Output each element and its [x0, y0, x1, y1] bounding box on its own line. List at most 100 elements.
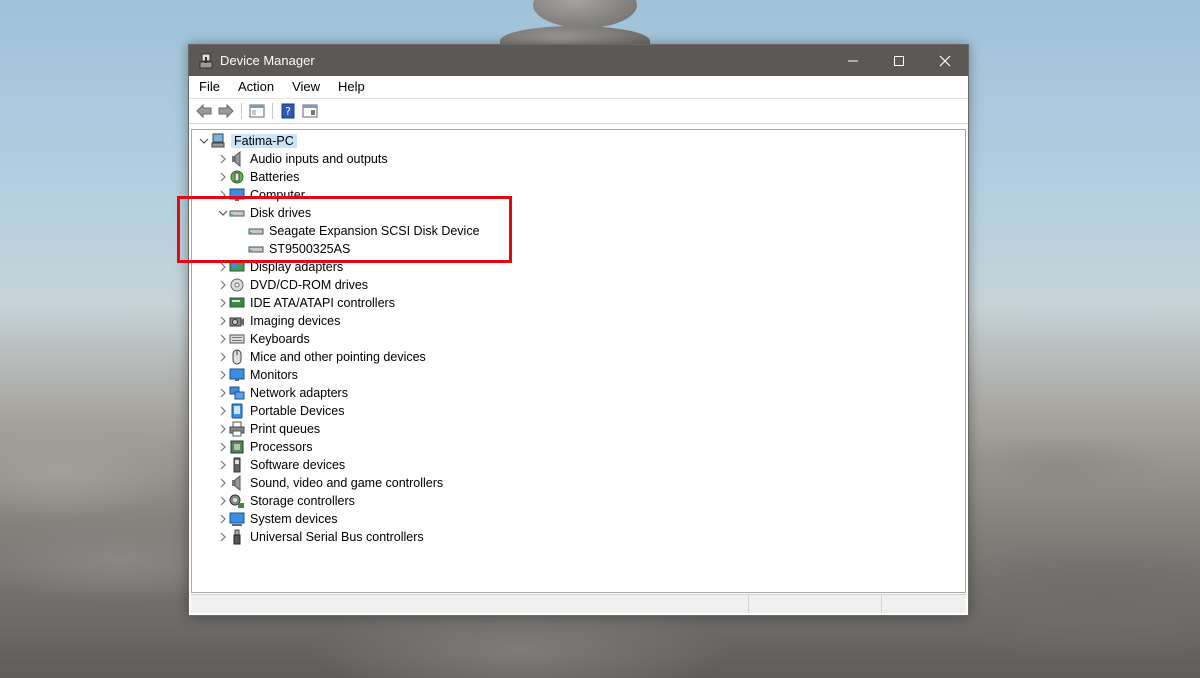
tree-item-label: IDE ATA/ATAPI controllers — [250, 296, 395, 310]
tree-item-label: Keyboards — [250, 332, 310, 346]
forward-arrow-icon — [218, 104, 234, 118]
tree-root-item[interactable]: Fatima-PC — [198, 132, 297, 150]
minimize-button[interactable] — [830, 45, 876, 76]
tree-category-item[interactable]: Portable Devices — [217, 402, 345, 420]
close-button[interactable] — [922, 45, 968, 76]
chevron-right-icon[interactable] — [217, 456, 229, 474]
forward-button[interactable] — [215, 101, 237, 121]
toolbar-separator — [241, 103, 242, 119]
chevron-right-icon[interactable] — [217, 150, 229, 168]
chevron-right-icon[interactable] — [217, 384, 229, 402]
minimize-icon — [848, 60, 858, 61]
back-button[interactable] — [193, 101, 215, 121]
chevron-right-icon[interactable] — [217, 366, 229, 384]
chevron-right-icon[interactable] — [217, 330, 229, 348]
tree-category-item[interactable]: Keyboards — [217, 330, 310, 348]
tree-category-item[interactable]: System devices — [217, 510, 338, 528]
system-device-icon — [229, 511, 245, 527]
tree-category-item[interactable]: Sound, video and game controllers — [217, 474, 443, 492]
tree-item-label: System devices — [250, 512, 338, 526]
annotation-highlight-box — [177, 196, 512, 263]
tree-item-label: Print queues — [250, 422, 321, 436]
menu-view[interactable]: View — [282, 76, 328, 98]
tree-category-item[interactable]: Universal Serial Bus controllers — [217, 528, 424, 546]
status-cell — [882, 595, 966, 613]
menu-file[interactable]: File — [189, 76, 228, 98]
computer-icon — [210, 133, 226, 149]
chevron-right-icon[interactable] — [217, 510, 229, 528]
tree-category-item[interactable]: Batteries — [217, 168, 299, 186]
chevron-right-icon[interactable] — [217, 276, 229, 294]
chevron-right-icon[interactable] — [217, 420, 229, 438]
window-title: Device Manager — [220, 53, 315, 68]
device-manager-window: Device Manager File Action View Help ? F… — [188, 44, 969, 616]
chevron-right-icon[interactable] — [217, 438, 229, 456]
show-hide-console-tree-button[interactable] — [246, 101, 268, 121]
tree-item-label: Universal Serial Bus controllers — [250, 530, 424, 544]
tree-category-item[interactable]: IDE ATA/ATAPI controllers — [217, 294, 395, 312]
menu-bar: File Action View Help — [189, 76, 968, 98]
portable-device-icon — [229, 403, 245, 419]
chevron-right-icon[interactable] — [217, 294, 229, 312]
tree-item-label: Storage controllers — [250, 494, 355, 508]
speaker-icon — [229, 151, 245, 167]
tree-item-label: Portable Devices — [250, 404, 345, 418]
storage-controller-icon — [229, 493, 245, 509]
tree-item-label: Imaging devices — [250, 314, 341, 328]
tree-category-item[interactable]: Storage controllers — [217, 492, 355, 510]
tree-item-label: Monitors — [250, 368, 298, 382]
toolbar-separator — [272, 103, 273, 119]
maximize-button[interactable] — [876, 45, 922, 76]
title-bar[interactable]: Device Manager — [189, 45, 968, 76]
properties-button[interactable] — [299, 101, 321, 121]
menu-action[interactable]: Action — [228, 76, 282, 98]
speaker-icon — [229, 475, 245, 491]
tree-category-item[interactable]: Processors — [217, 438, 313, 456]
show-hide-console-tree-icon — [249, 104, 265, 118]
chevron-right-icon[interactable] — [217, 348, 229, 366]
tree-item-label: Processors — [250, 440, 313, 454]
chevron-right-icon[interactable] — [217, 402, 229, 420]
maximize-icon — [894, 55, 904, 66]
status-bar — [191, 594, 966, 613]
chevron-right-icon[interactable] — [217, 528, 229, 546]
chevron-right-icon[interactable] — [217, 492, 229, 510]
chevron-right-icon[interactable] — [217, 474, 229, 492]
usb-icon — [229, 529, 245, 545]
processor-icon — [229, 439, 245, 455]
tree-item-label: Fatima-PC — [231, 134, 297, 148]
tree-category-item[interactable]: Network adapters — [217, 384, 348, 402]
tree-category-item[interactable]: DVD/CD-ROM drives — [217, 276, 368, 294]
status-cell — [749, 595, 882, 613]
svg-text:?: ? — [285, 105, 291, 118]
toolbar: ? — [189, 98, 968, 124]
properties-icon — [302, 104, 318, 118]
monitor-icon — [229, 367, 245, 383]
menu-help[interactable]: Help — [328, 76, 373, 98]
help-button[interactable]: ? — [277, 101, 299, 121]
help-icon: ? — [281, 103, 295, 119]
tree-category-item[interactable]: Mice and other pointing devices — [217, 348, 426, 366]
chevron-down-icon[interactable] — [198, 132, 210, 150]
battery-icon — [229, 169, 245, 185]
tree-category-item[interactable]: Monitors — [217, 366, 298, 384]
disc-icon — [229, 277, 245, 293]
mouse-icon — [229, 349, 245, 365]
status-cell — [191, 595, 749, 613]
chevron-right-icon[interactable] — [217, 168, 229, 186]
background-stone — [533, 0, 637, 28]
tree-category-item[interactable]: Software devices — [217, 456, 345, 474]
network-icon — [229, 385, 245, 401]
close-icon — [939, 55, 951, 66]
tree-category-item[interactable]: Print queues — [217, 420, 320, 438]
tree-category-item[interactable]: Audio inputs and outputs — [217, 150, 388, 168]
back-arrow-icon — [196, 104, 212, 118]
tree-item-label: Sound, video and game controllers — [250, 476, 444, 490]
keyboard-icon — [229, 331, 245, 347]
tree-category-item[interactable]: Imaging devices — [217, 312, 340, 330]
camera-icon — [229, 313, 245, 329]
chevron-right-icon[interactable] — [217, 312, 229, 330]
printer-icon — [229, 421, 245, 437]
tree-item-label: Software devices — [250, 458, 346, 472]
tree-item-label: Batteries — [250, 170, 300, 184]
